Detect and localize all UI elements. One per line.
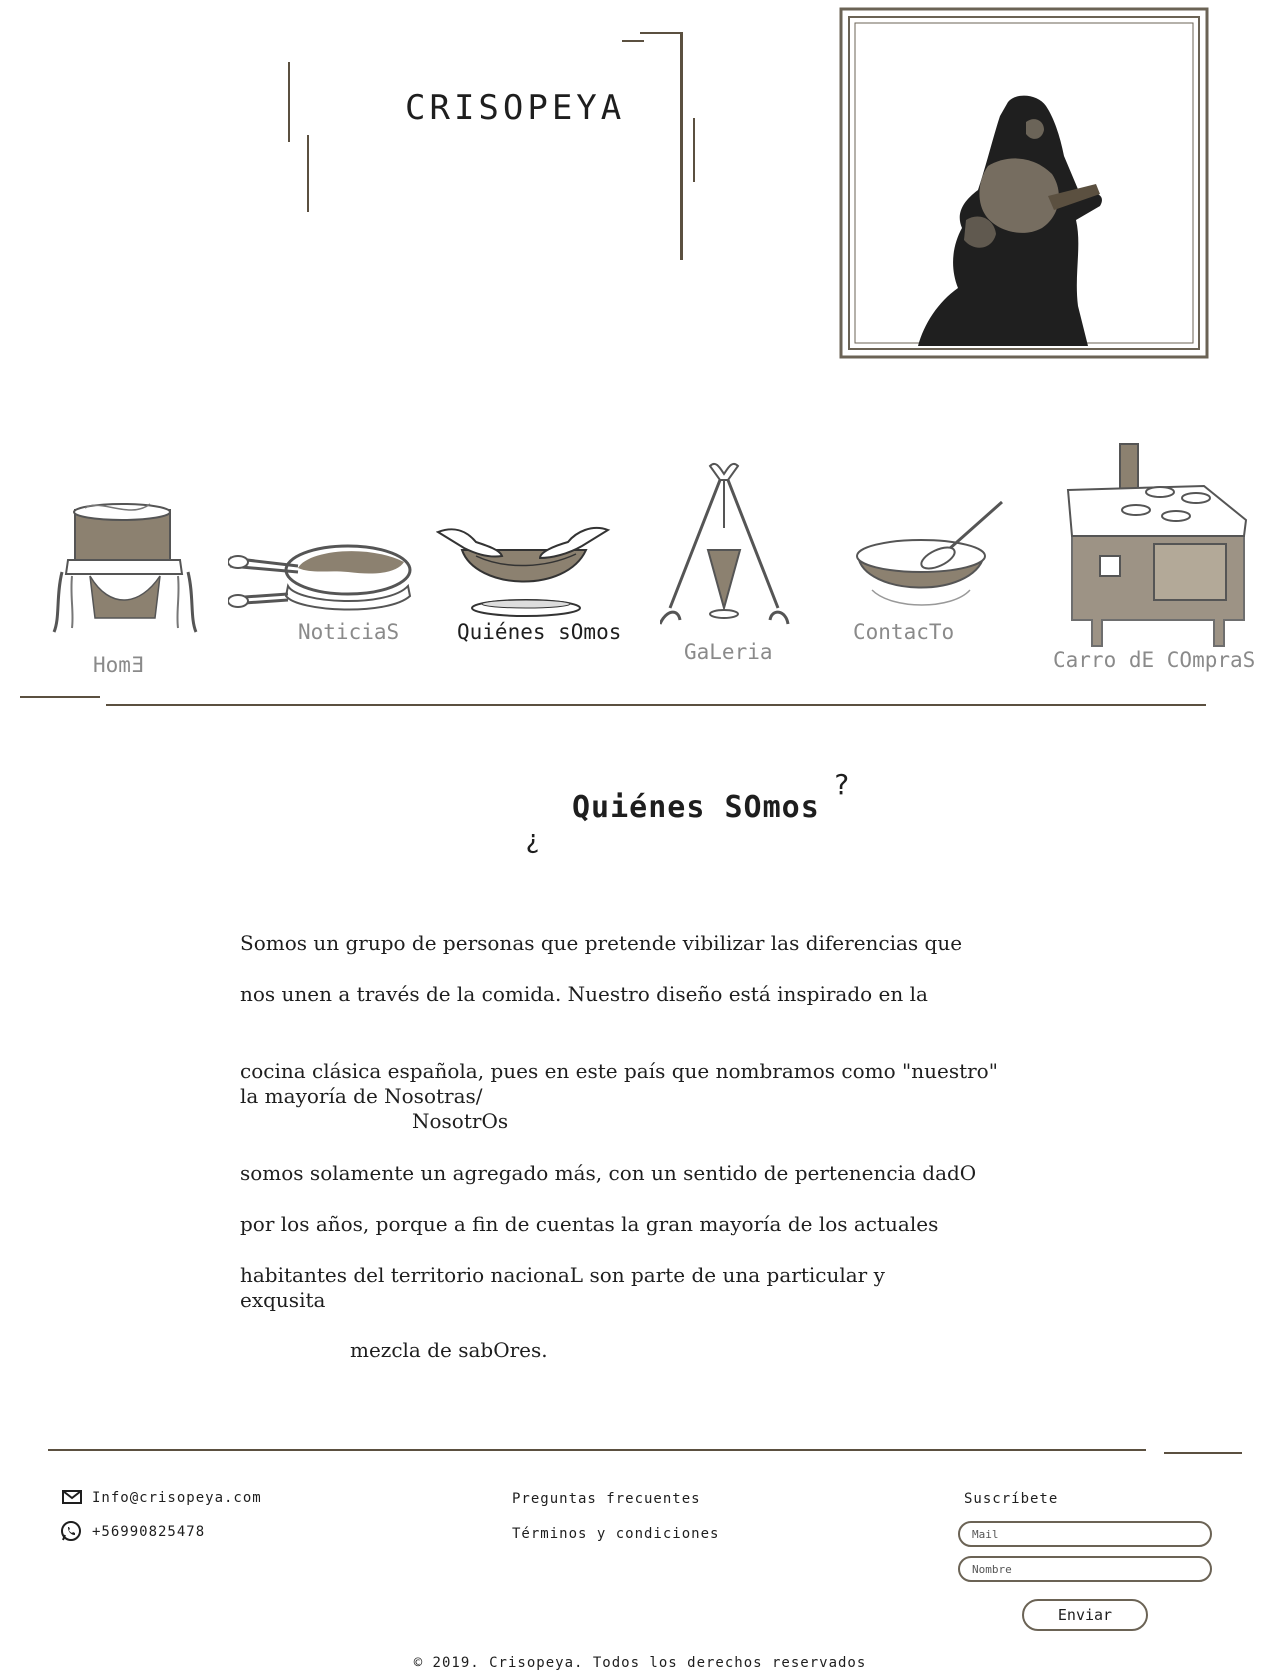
mixing-bowl-spoon-icon [856, 500, 1003, 606]
nav-label-noticias[interactable]: NoticiaS [298, 620, 399, 644]
nav-item-noticias[interactable] [228, 540, 414, 620]
footer-phone[interactable]: +56990825478 [92, 1524, 205, 1540]
site-logo[interactable]: CRISOPEYA [405, 88, 625, 128]
title-question-open: ¿ [525, 825, 541, 855]
nav-divider [106, 704, 1206, 706]
mail-input[interactable] [958, 1521, 1212, 1547]
footer-divider [1164, 1452, 1242, 1454]
logo-frame-line [307, 135, 309, 212]
footer-divider [48, 1449, 1146, 1451]
body-line: somos solamente un agregado más, con un … [240, 1161, 977, 1185]
tripod-cone-icon [660, 462, 790, 625]
cooking-pot-on-stove-icon [52, 503, 198, 633]
link-faq[interactable]: Preguntas frecuentes [512, 1491, 701, 1507]
whatsapp-icon [61, 1521, 81, 1541]
nav-label-galeria[interactable]: GaLeria [684, 640, 773, 664]
body-line: NosotrOs [412, 1109, 509, 1133]
body-line: por los años, porque a fin de cuentas la… [240, 1212, 939, 1236]
body-line: exqusita [240, 1288, 326, 1312]
logo-frame-line [680, 32, 683, 260]
nav-item-galeria[interactable] [660, 458, 790, 628]
send-button[interactable]: Enviar [1022, 1599, 1148, 1631]
wood-stove-icon [1066, 443, 1248, 647]
body-line: Somos un grupo de personas que pretende … [240, 931, 963, 955]
name-input[interactable] [958, 1556, 1212, 1582]
body-line: cocina clásica española, pues en este pa… [240, 1059, 998, 1083]
copyright: © 2019. Crisopeya. Todos los derechos re… [413, 1655, 867, 1671]
logo-frame-line [640, 32, 682, 34]
nav-label-quienes-somos[interactable]: Quiénes sOmos [457, 620, 621, 644]
nav-item-home[interactable] [50, 500, 200, 640]
footer-email[interactable]: Info@crisopeya.com [92, 1490, 262, 1506]
body-line: nos unen a través de la comida. Nuestro … [240, 982, 928, 1006]
body-line: habitantes del territorio nacionaL son p… [240, 1263, 885, 1287]
nav-item-carro-compras[interactable] [1064, 440, 1250, 650]
nav-label-home[interactable]: HomƎ [93, 653, 144, 677]
subscribe-title: Suscríbete [964, 1491, 1059, 1507]
nav-item-quienes-somos[interactable] [436, 520, 612, 620]
logo-frame-line [288, 62, 290, 142]
page-title: Quiénes SOmos [572, 790, 820, 825]
logo-frame-line [622, 40, 644, 42]
nav-item-contacto[interactable] [852, 500, 1012, 610]
nav-label-contacto[interactable]: ContacTo [853, 620, 954, 644]
hands-bowl-icon [436, 526, 611, 617]
logo-frame-line [693, 118, 695, 182]
nav-divider [20, 696, 100, 698]
link-terms[interactable]: Términos y condiciones [512, 1526, 719, 1542]
body-line: mezcla de sabOres. [350, 1338, 548, 1362]
title-question-close: ? [833, 768, 850, 801]
body-line: la mayoría de Nosotras/ [240, 1084, 483, 1108]
mail-icon [62, 1490, 82, 1504]
nav-label-carro-compras[interactable]: Carro dE COmpraS [1053, 648, 1255, 672]
frying-pan-icon [228, 544, 412, 611]
portrait-illustration [839, 7, 1209, 359]
